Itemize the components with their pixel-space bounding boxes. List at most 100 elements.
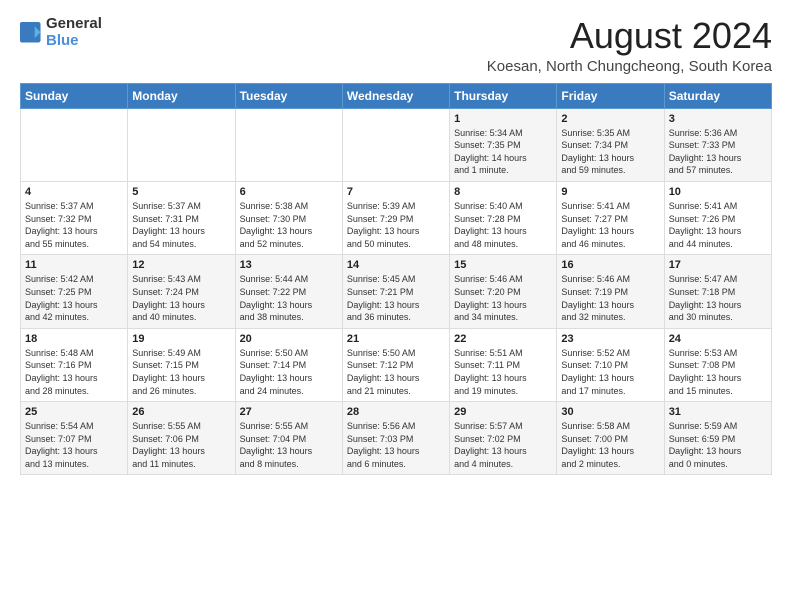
calendar-cell: 13 Sunrise: 5:44 AM Sunset: 7:22 PM Dayli… [235,255,342,328]
calendar-cell: 15 Sunrise: 5:46 AM Sunset: 7:20 PM Dayli… [450,255,557,328]
day-of-week-header: Thursday [450,83,557,108]
day-content: Sunrise: 5:38 AM Sunset: 7:30 PM Dayligh… [240,200,338,250]
calendar-cell: 7 Sunrise: 5:39 AM Sunset: 7:29 PM Daylig… [342,181,449,254]
calendar-cell: 20 Sunrise: 5:50 AM Sunset: 7:14 PM Dayli… [235,328,342,401]
day-number: 31 [669,406,767,418]
day-content: Sunrise: 5:50 AM Sunset: 7:12 PM Dayligh… [347,347,445,397]
calendar-cell: 4 Sunrise: 5:37 AM Sunset: 7:32 PM Daylig… [21,181,128,254]
day-content: Sunrise: 5:42 AM Sunset: 7:25 PM Dayligh… [25,273,123,323]
calendar-cell: 9 Sunrise: 5:41 AM Sunset: 7:27 PM Daylig… [557,181,664,254]
calendar-cell [21,108,128,181]
day-of-week-header: Sunday [21,83,128,108]
day-number: 9 [561,186,659,198]
day-number: 19 [132,333,230,345]
day-content: Sunrise: 5:47 AM Sunset: 7:18 PM Dayligh… [669,273,767,323]
day-number: 10 [669,186,767,198]
day-content: Sunrise: 5:37 AM Sunset: 7:32 PM Dayligh… [25,200,123,250]
calendar-cell: 11 Sunrise: 5:42 AM Sunset: 7:25 PM Dayli… [21,255,128,328]
calendar-cell: 19 Sunrise: 5:49 AM Sunset: 7:15 PM Dayli… [128,328,235,401]
day-content: Sunrise: 5:56 AM Sunset: 7:03 PM Dayligh… [347,420,445,470]
day-number: 21 [347,333,445,345]
day-number: 16 [561,259,659,271]
calendar-cell: 5 Sunrise: 5:37 AM Sunset: 7:31 PM Daylig… [128,181,235,254]
day-number: 29 [454,406,552,418]
calendar-cell: 2 Sunrise: 5:35 AM Sunset: 7:34 PM Daylig… [557,108,664,181]
day-of-week-header: Friday [557,83,664,108]
calendar-cell [128,108,235,181]
calendar-week-row: 4 Sunrise: 5:37 AM Sunset: 7:32 PM Daylig… [21,181,772,254]
page-title: August 2024 [487,16,772,56]
day-content: Sunrise: 5:43 AM Sunset: 7:24 PM Dayligh… [132,273,230,323]
day-number: 11 [25,259,123,271]
day-number: 22 [454,333,552,345]
day-content: Sunrise: 5:39 AM Sunset: 7:29 PM Dayligh… [347,200,445,250]
day-content: Sunrise: 5:37 AM Sunset: 7:31 PM Dayligh… [132,200,230,250]
day-number: 6 [240,186,338,198]
calendar-cell: 14Sunrise: 5:45 AM Sunset: 7:21 PM Dayli… [342,255,449,328]
day-number: 25 [25,406,123,418]
calendar-cell: 29Sunrise: 5:57 AM Sunset: 7:02 PM Dayli… [450,402,557,475]
general-blue-icon [20,22,42,44]
day-number: 27 [240,406,338,418]
logo-blue: Blue [46,33,79,50]
calendar-cell: 30 Sunrise: 5:58 AM Sunset: 7:00 PM Dayli… [557,402,664,475]
calendar-cell: 10 Sunrise: 5:41 AM Sunset: 7:26 PM Dayli… [664,181,771,254]
day-number: 26 [132,406,230,418]
calendar-cell: 12 Sunrise: 5:43 AM Sunset: 7:24 PM Dayli… [128,255,235,328]
day-content: Sunrise: 5:59 AM Sunset: 6:59 PM Dayligh… [669,420,767,470]
day-content: Sunrise: 5:34 AM Sunset: 7:35 PM Dayligh… [454,127,552,177]
calendar-cell [235,108,342,181]
day-number: 15 [454,259,552,271]
calendar-cell: 22Sunrise: 5:51 AM Sunset: 7:11 PM Dayli… [450,328,557,401]
day-content: Sunrise: 5:49 AM Sunset: 7:15 PM Dayligh… [132,347,230,397]
calendar-cell: 26Sunrise: 5:55 AM Sunset: 7:06 PM Dayli… [128,402,235,475]
day-content: Sunrise: 5:46 AM Sunset: 7:19 PM Dayligh… [561,273,659,323]
day-content: Sunrise: 5:53 AM Sunset: 7:08 PM Dayligh… [669,347,767,397]
calendar-cell: 25 Sunrise: 5:54 AM Sunset: 7:07 PM Dayli… [21,402,128,475]
calendar-cell: 17 Sunrise: 5:47 AM Sunset: 7:18 PM Dayli… [664,255,771,328]
calendar-week-row: 18 Sunrise: 5:48 AM Sunset: 7:16 PM Dayli… [21,328,772,401]
calendar-cell: 8Sunrise: 5:40 AM Sunset: 7:28 PM Daylig… [450,181,557,254]
title-area: August 2024 Koesan, North Chungcheong, S… [487,16,772,75]
day-content: Sunrise: 5:46 AM Sunset: 7:20 PM Dayligh… [454,273,552,323]
logo: General Blue [20,16,102,49]
day-of-week-header: Saturday [664,83,771,108]
day-number: 18 [25,333,123,345]
calendar-cell: 16 Sunrise: 5:46 AM Sunset: 7:19 PM Dayli… [557,255,664,328]
day-of-week-header: Wednesday [342,83,449,108]
calendar-cell: 23Sunrise: 5:52 AM Sunset: 7:10 PM Dayli… [557,328,664,401]
day-number: 5 [132,186,230,198]
calendar-header-row: SundayMondayTuesdayWednesdayThursdayFrid… [21,83,772,108]
day-number: 28 [347,406,445,418]
day-content: Sunrise: 5:41 AM Sunset: 7:27 PM Dayligh… [561,200,659,250]
calendar-cell: 24 Sunrise: 5:53 AM Sunset: 7:08 PM Dayli… [664,328,771,401]
day-content: Sunrise: 5:58 AM Sunset: 7:00 PM Dayligh… [561,420,659,470]
day-content: Sunrise: 5:54 AM Sunset: 7:07 PM Dayligh… [25,420,123,470]
day-number: 12 [132,259,230,271]
day-number: 2 [561,113,659,125]
day-number: 24 [669,333,767,345]
calendar-table: SundayMondayTuesdayWednesdayThursdayFrid… [20,83,772,476]
day-number: 13 [240,259,338,271]
day-of-week-header: Monday [128,83,235,108]
calendar-cell: 31 Sunrise: 5:59 AM Sunset: 6:59 PM Dayli… [664,402,771,475]
day-content: Sunrise: 5:44 AM Sunset: 7:22 PM Dayligh… [240,273,338,323]
day-content: Sunrise: 5:36 AM Sunset: 7:33 PM Dayligh… [669,127,767,177]
day-content: Sunrise: 5:55 AM Sunset: 7:04 PM Dayligh… [240,420,338,470]
day-number: 17 [669,259,767,271]
calendar-week-row: 1Sunrise: 5:34 AM Sunset: 7:35 PM Daylig… [21,108,772,181]
day-number: 4 [25,186,123,198]
day-number: 8 [454,186,552,198]
day-content: Sunrise: 5:41 AM Sunset: 7:26 PM Dayligh… [669,200,767,250]
day-number: 7 [347,186,445,198]
day-content: Sunrise: 5:50 AM Sunset: 7:14 PM Dayligh… [240,347,338,397]
calendar-cell: 27 Sunrise: 5:55 AM Sunset: 7:04 PM Dayli… [235,402,342,475]
day-content: Sunrise: 5:35 AM Sunset: 7:34 PM Dayligh… [561,127,659,177]
calendar-cell [342,108,449,181]
day-number: 30 [561,406,659,418]
day-content: Sunrise: 5:52 AM Sunset: 7:10 PM Dayligh… [561,347,659,397]
header: General Blue August 2024 Koesan, North C… [20,16,772,75]
day-number: 20 [240,333,338,345]
calendar-cell: 28 Sunrise: 5:56 AM Sunset: 7:03 PM Dayli… [342,402,449,475]
day-content: Sunrise: 5:48 AM Sunset: 7:16 PM Dayligh… [25,347,123,397]
